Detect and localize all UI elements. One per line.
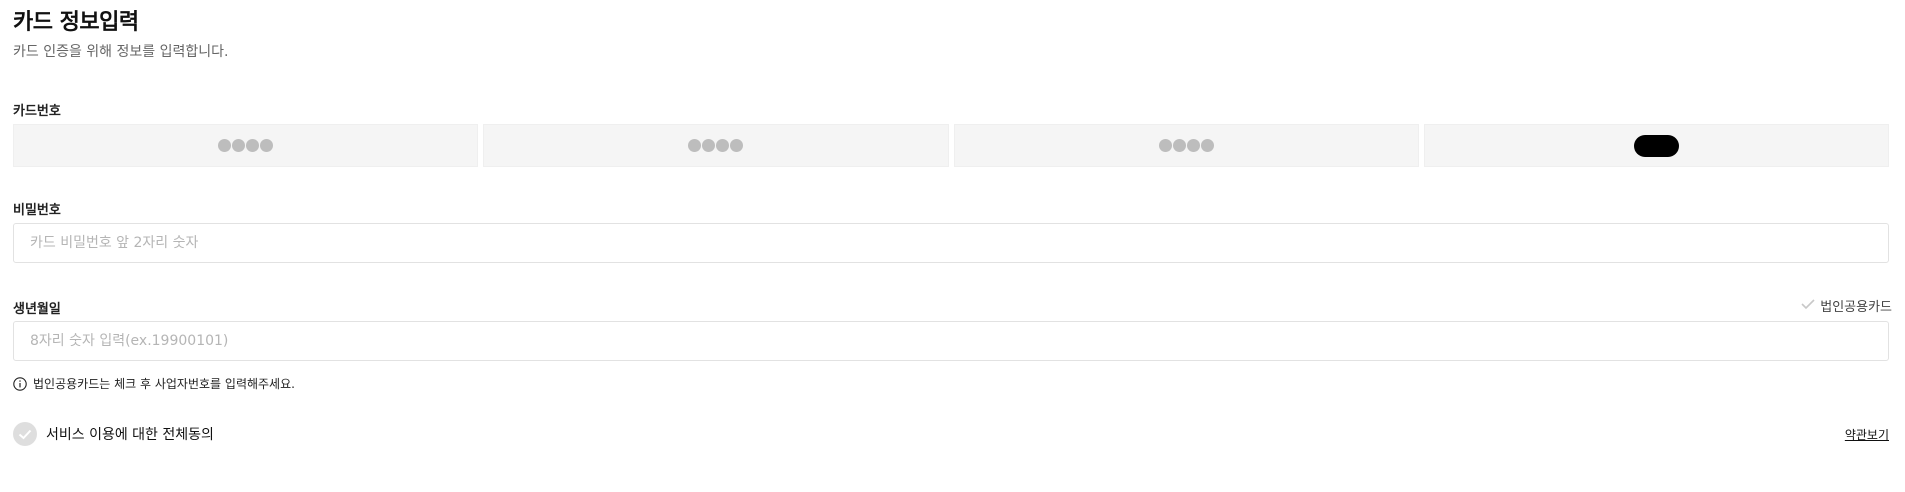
notice-text: 법인공용카드는 체크 후 사업자번호를 입력해주세요.: [33, 377, 295, 391]
birthdate-label: 생년월일: [13, 302, 61, 317]
agreement-row: 서비스 이용에 대한 전체동의 약관보기: [13, 422, 1889, 446]
card-number-field-3[interactable]: [953, 124, 1419, 167]
masked-dots: [218, 139, 274, 152]
page-subtitle: 카드 인증을 위해 정보를 입력합니다.: [13, 44, 229, 60]
card-number-label: 카드번호: [13, 104, 61, 119]
agree-all-label: 서비스 이용에 대한 전체동의: [46, 427, 214, 443]
page-title: 카드 정보입력: [13, 10, 139, 35]
password-label: 비밀번호: [13, 203, 61, 218]
card-number-field-2[interactable]: [483, 124, 949, 167]
check-icon: [1801, 298, 1815, 314]
corporate-card-toggle[interactable]: 법인공용카드: [1801, 296, 1892, 315]
masked-dots: [1158, 139, 1214, 152]
info-icon: [13, 376, 27, 391]
password-input[interactable]: [13, 223, 1889, 263]
check-circle-icon: [13, 422, 37, 446]
agree-all-checkbox[interactable]: 서비스 이용에 대한 전체동의: [13, 422, 214, 446]
corporate-card-label: 법인공용카드: [1820, 300, 1892, 315]
view-terms-link[interactable]: 약관보기: [1845, 426, 1889, 443]
card-number-field-1[interactable]: [13, 124, 479, 167]
card-number-field-4[interactable]: [1423, 124, 1889, 167]
redacted-block: [1633, 134, 1679, 157]
card-number-fields: [13, 124, 1889, 167]
birthdate-input[interactable]: [13, 321, 1889, 361]
corporate-notice: 법인공용카드는 체크 후 사업자번호를 입력해주세요.: [13, 375, 295, 392]
masked-dots: [688, 139, 744, 152]
card-info-form: 카드 정보입력 카드 인증을 위해 정보를 입력합니다. 카드번호 비밀번호 생…: [0, 0, 1905, 492]
